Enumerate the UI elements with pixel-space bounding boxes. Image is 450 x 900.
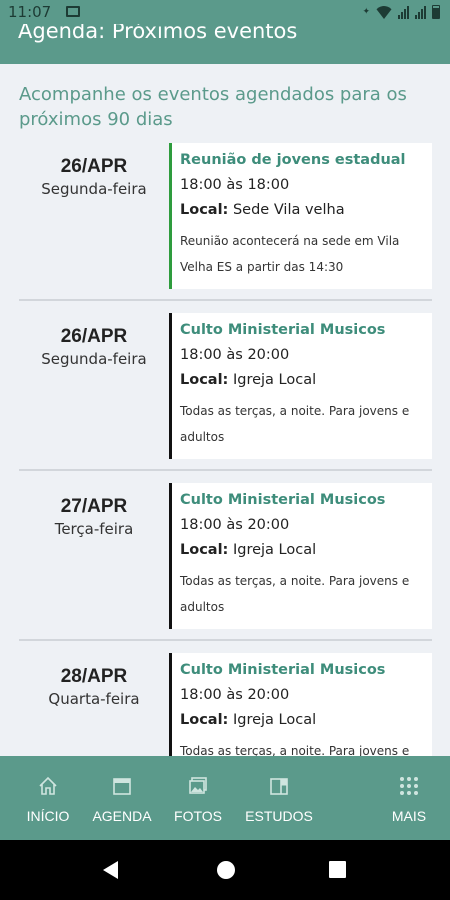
status-time: 11:07 — [8, 3, 52, 21]
event-item[interactable]: 26/APR Segunda-feira Culto Ministerial M… — [19, 313, 432, 459]
battery-icon — [432, 5, 440, 19]
photos-icon — [189, 777, 207, 794]
location-value: Igreja Local — [232, 712, 317, 728]
location-value: Igreja Local — [232, 372, 317, 388]
event-title: Culto Ministerial Musicos — [180, 322, 386, 338]
event-card[interactable]: Culto Ministerial Musicos 18:00 às 20:00… — [169, 483, 432, 629]
page-subtitle: Acompanhe os eventos agendados para os p… — [19, 84, 407, 130]
nav-item-agenda[interactable]: AGENDA — [90, 756, 154, 840]
home-icon — [39, 776, 57, 795]
event-location: Local: Igreja Local — [180, 712, 432, 738]
nav-label: FOTOS — [174, 808, 222, 824]
location-value: Sede Vila velha — [232, 202, 345, 218]
location-label: Local: — [180, 542, 229, 558]
event-time: 18:00 às 20:00 — [180, 347, 290, 363]
signal-icon-2 — [415, 5, 426, 19]
event-item[interactable]: 28/APR Quarta-feira Culto Ministerial Mu… — [19, 653, 432, 756]
location-value: Igreja Local — [232, 542, 317, 558]
event-card[interactable]: Culto Ministerial Musicos 18:00 às 20:00… — [169, 653, 432, 756]
event-location: Local: Sede Vila velha — [180, 202, 432, 228]
event-date-column: 26/APR Segunda-feira — [19, 313, 169, 368]
events-list[interactable]: Acompanhe os eventos agendados para os p… — [0, 64, 450, 756]
location-label: Local: — [180, 202, 229, 218]
nav-label: MAIS — [391, 808, 427, 824]
event-weekday: Segunda-feira — [41, 180, 147, 198]
event-weekday: Quarta-feira — [48, 690, 140, 708]
event-weekday: Segunda-feira — [41, 350, 147, 368]
nav-item-inicio[interactable]: INÍCIO — [22, 756, 74, 840]
recent-apps-icon[interactable] — [329, 861, 346, 878]
nav-label: AGENDA — [92, 808, 152, 824]
nav-label: INÍCIO — [26, 808, 70, 824]
signal-icon — [398, 5, 409, 19]
event-date: 27/APR — [60, 496, 128, 517]
status-bar: 11:07 ✦ — [0, 0, 450, 24]
event-description: Todas as terças, a noite. Para jovens e … — [180, 404, 410, 444]
nav-item-fotos[interactable]: FOTOS — [170, 756, 226, 840]
image-notification-icon — [66, 6, 80, 17]
book-icon — [270, 778, 288, 795]
event-title: Culto Ministerial Musicos — [180, 492, 386, 508]
vibrate-icon: ✦ — [362, 7, 370, 17]
event-date: 26/APR — [60, 156, 128, 177]
divider — [19, 639, 432, 641]
wifi-icon — [376, 6, 392, 19]
nav-label: ESTUDOS — [245, 808, 313, 824]
event-location: Local: Igreja Local — [180, 542, 432, 568]
event-date-column: 28/APR Quarta-feira — [19, 653, 169, 708]
divider — [19, 299, 432, 301]
app-bar: Agenda: Próximos eventos — [0, 24, 450, 64]
event-time: 18:00 às 20:00 — [180, 517, 290, 533]
page-title: Agenda: Próximos eventos — [18, 24, 298, 43]
event-time: 18:00 às 20:00 — [180, 687, 290, 703]
location-label: Local: — [180, 712, 229, 728]
grid-icon — [400, 777, 418, 795]
divider — [19, 469, 432, 471]
event-item[interactable]: 26/APR Segunda-feira Reunião de jovens e… — [19, 143, 432, 289]
event-description: Reunião acontecerá na sede em Vila Velha… — [180, 234, 400, 274]
calendar-icon — [113, 778, 131, 795]
event-location: Local: Igreja Local — [180, 372, 432, 398]
event-date: 28/APR — [60, 666, 128, 687]
event-date-column: 27/APR Terça-feira — [19, 483, 169, 538]
event-time: 18:00 às 18:00 — [180, 177, 290, 193]
home-button-icon[interactable] — [217, 861, 235, 879]
bottom-nav: INÍCIO AGENDA FOTOS ESTUDOS MAIS — [0, 756, 450, 840]
back-icon[interactable] — [103, 861, 118, 879]
event-description: Todas as terças, a noite. Para jovens e … — [180, 574, 410, 614]
event-item[interactable]: 27/APR Terça-feira Culto Ministerial Mus… — [19, 483, 432, 629]
event-date-column: 26/APR Segunda-feira — [19, 143, 169, 198]
event-description: Todas as terças, a noite. Para jovens e … — [180, 744, 410, 756]
nav-item-mais[interactable]: MAIS — [386, 756, 432, 840]
event-card[interactable]: Reunião de jovens estadual 18:00 às 18:0… — [169, 143, 432, 289]
system-navigation-bar — [0, 840, 450, 900]
location-label: Local: — [180, 372, 229, 388]
event-weekday: Terça-feira — [54, 520, 134, 538]
status-icons: ✦ — [362, 5, 440, 19]
event-card[interactable]: Culto Ministerial Musicos 18:00 às 20:00… — [169, 313, 432, 459]
event-title: Culto Ministerial Musicos — [180, 662, 386, 678]
event-date: 26/APR — [60, 326, 128, 347]
event-title: Reunião de jovens estadual — [180, 152, 406, 168]
nav-item-estudos[interactable]: ESTUDOS — [244, 756, 314, 840]
